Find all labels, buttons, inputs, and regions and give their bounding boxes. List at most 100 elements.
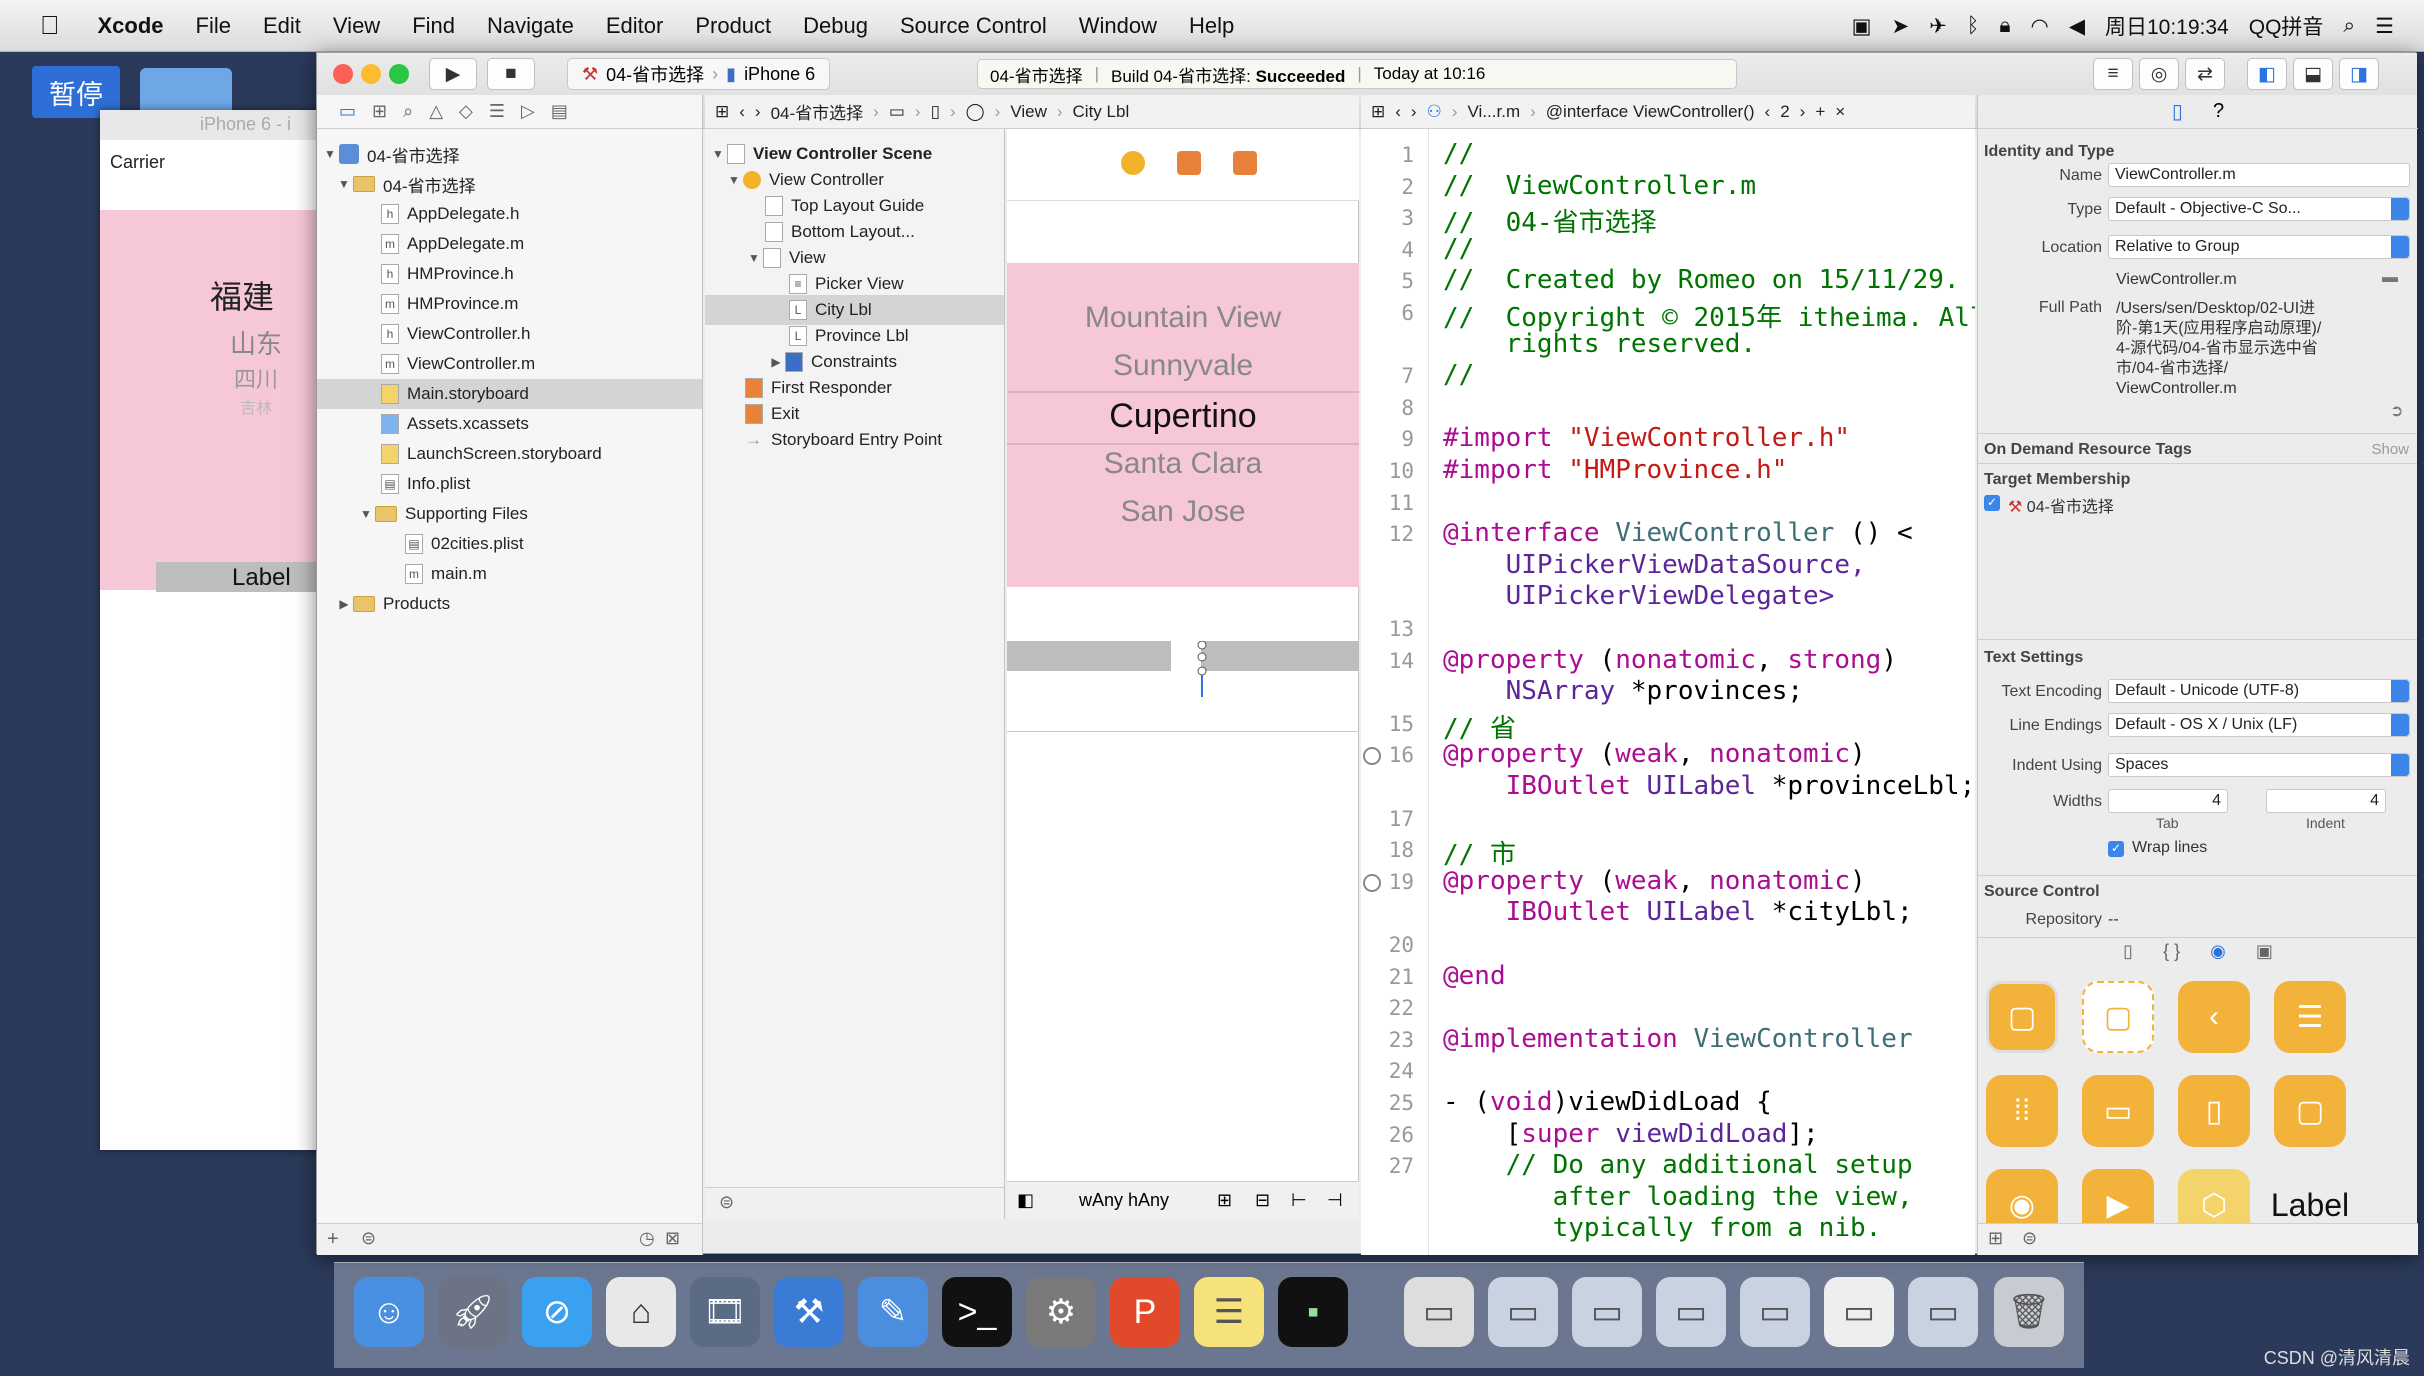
scene-icon[interactable]: ◯ [966,102,985,122]
menu-product[interactable]: Product [679,13,787,39]
minimized-window-icon[interactable]: ▭ [1488,1277,1558,1347]
test-tab-icon[interactable]: ◇ [459,101,473,122]
outline-toggle-icon[interactable]: ◧ [1017,1190,1034,1211]
code-line[interactable]: IBOutlet UILabel *cityLbl; [1443,897,1913,927]
related-items-icon[interactable]: ⊞ [1371,102,1385,122]
file-template-icon[interactable]: ▯ [2123,941,2133,967]
province-label[interactable] [1007,641,1171,671]
tab-bar-controller-icon[interactable]: ▭ [2082,1075,2154,1147]
nav-file[interactable]: h ViewController.h [317,319,702,349]
clock[interactable]: 周日10:19:34 [2105,11,2229,41]
code-line[interactable]: @end [1443,961,1506,991]
add-icon[interactable]: + [327,1228,339,1251]
province-row[interactable]: 山东 [230,324,282,361]
stack-icon[interactable]: ⊞ [1217,1190,1232,1211]
add-editor-icon[interactable]: + [1815,102,1825,122]
input-method[interactable]: QQ拼音 [2249,11,2324,41]
location-icon[interactable]: ➤ [1891,14,1909,39]
folder-icon[interactable]: ▬ [2382,269,2398,287]
nav-file[interactable]: m main.m [317,559,702,589]
object-library-icon[interactable]: ◉ [2210,941,2226,967]
collection-view-controller-icon[interactable]: ⁞⁞ [1986,1075,2058,1147]
code-line[interactable]: IBOutlet UILabel *provinceLbl; [1443,771,1975,801]
bluetooth-icon[interactable]: ᛒ [1967,14,1980,38]
code-line[interactable]: // 04-省市选择 [1443,202,1657,239]
minimize-window-button[interactable] [361,64,381,84]
nav-file-selected[interactable]: Main.storyboard [317,379,702,409]
menu-view[interactable]: View [317,13,396,39]
code-line[interactable]: UIPickerViewDataSource, [1443,550,1866,580]
province-row[interactable]: 吉林 [240,394,272,418]
code-line[interactable]: // [1443,139,1474,169]
code-line[interactable]: after loading the view, [1443,1182,1913,1212]
version-editor-icon[interactable]: ⇄ [2185,58,2225,90]
picker-row[interactable]: San Jose [1007,495,1359,529]
code-line[interactable]: - (void)viewDidLoad { [1443,1087,1772,1117]
zoom-window-button[interactable] [389,64,409,84]
related-items-icon[interactable]: ⊞ [715,102,729,122]
notification-icon[interactable]: ☰ [2375,14,2394,39]
picker-row[interactable]: Mountain View [1007,301,1359,335]
code-line[interactable]: [super viewDidLoad]; [1443,1119,1819,1149]
first-responder-icon[interactable] [1177,151,1201,175]
code-line[interactable]: #import "HMProvince.h" [1443,455,1787,485]
debug-toggle-icon[interactable]: ⬓ [2293,58,2333,90]
prev-counterpart-icon[interactable]: ‹ [1765,102,1771,122]
forward-icon[interactable]: › [755,102,761,122]
code-line[interactable]: @property (nonatomic, strong) [1443,645,1897,675]
type-select[interactable]: Default - Objective-C So... [2108,197,2410,221]
recent-icon[interactable]: ◷ [639,1228,655,1249]
filter-icon[interactable]: ⊜ [361,1228,376,1249]
city-label[interactable] [1201,641,1359,671]
exit-icon[interactable] [1233,151,1257,175]
system-preferences-icon[interactable]: ⚙ [1026,1277,1096,1347]
tab-width-field[interactable]: 4 [2108,789,2228,813]
nav-group[interactable]: ▶ Products [317,589,702,619]
view-controller-icon[interactable] [1121,151,1145,175]
resize-handle[interactable] [1197,640,1207,697]
next-counterpart-icon[interactable]: › [1800,102,1806,122]
code-line[interactable]: @implementation ViewController [1443,1024,1913,1054]
nav-file[interactable]: h AppDelegate.h [317,199,702,229]
menu-debug[interactable]: Debug [787,13,884,39]
code-line[interactable]: // Do any additional setup [1443,1150,1913,1180]
find-tab-icon[interactable]: ⌕ [403,101,413,122]
nav-file[interactable]: Assets.xcassets [317,409,702,439]
code-line[interactable]: @interface ViewController () < [1443,518,1913,548]
apple-icon[interactable]:  [0,10,82,41]
nav-file[interactable]: ▤ 02cities.plist [317,529,702,559]
screen-record-icon[interactable]: ▣ [1852,14,1872,39]
storyboard-reference-icon[interactable]: ▢ [2082,981,2154,1053]
spotlight-icon[interactable]: ⌕ [2343,14,2355,38]
filter-icon[interactable]: ⊜ [719,1192,734,1213]
filter-icon[interactable]: ⊜ [2022,1228,2037,1249]
jump-symbol[interactable]: @interface ViewController() [1546,102,1755,122]
finder-icon[interactable]: ☺ [354,1277,424,1347]
target-checkbox[interactable]: ✓ [1984,495,2000,511]
xcode-icon[interactable]: ⚒ [774,1277,844,1347]
automatic-icon[interactable]: ⚇ [1427,102,1442,122]
simulator-picker[interactable]: 福建 山东 四川 吉林 [100,210,320,590]
assistant-editor-icon[interactable]: ◎ [2139,58,2179,90]
name-field[interactable]: ViewController.m [2108,163,2410,187]
help-inspector-icon[interactable]: ? [2213,100,2224,123]
picker-view[interactable]: Mountain View Sunnyvale Cupertino Santa … [1007,263,1359,587]
minimized-window-icon[interactable]: ▭ [1824,1277,1894,1347]
jump-file[interactable]: Vi...r.m [1468,102,1521,122]
jump-project[interactable]: 04-省市选择 [771,99,864,124]
launchpad-icon[interactable]: 🚀︎ [438,1277,508,1347]
code-line[interactable]: rights reserved. [1443,329,1756,359]
encoding-select[interactable]: Default - Unicode (UTF-8) [2108,679,2410,703]
media-library-icon[interactable]: ▣ [2256,941,2273,967]
nav-file[interactable]: ▤ Info.plist [317,469,702,499]
code-line[interactable]: // ViewController.m [1443,171,1756,201]
file-inspector-icon[interactable]: ▯ [2172,99,2183,124]
endings-select[interactable]: Default - OS X / Unix (LF) [2108,713,2410,737]
scheme-selector[interactable]: ⚒ 04-省市选择 › ▮ iPhone 6 [567,58,831,90]
menu-help[interactable]: Help [1173,13,1250,39]
trash-icon[interactable]: 🗑︎ [1994,1277,2064,1347]
table-view-controller-icon[interactable]: ☰ [2274,981,2346,1053]
console-icon[interactable]: ▪ [1278,1277,1348,1347]
nav-file[interactable]: LaunchScreen.storyboard [317,439,702,469]
back-icon[interactable]: ‹ [1395,102,1401,122]
